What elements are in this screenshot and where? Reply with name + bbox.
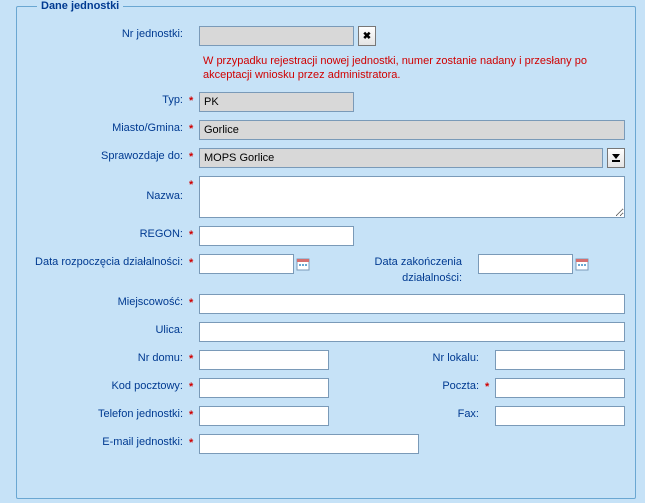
label-locality: Miejscowość: bbox=[27, 294, 189, 310]
required-marker: * bbox=[189, 378, 199, 396]
label-fax: Fax: bbox=[359, 406, 485, 422]
row-postal: Kod pocztowy: * Poczta: * bbox=[27, 378, 625, 398]
label-apt-no: Nr lokalu: bbox=[359, 350, 485, 366]
city-gmina-input bbox=[199, 120, 625, 140]
name-textarea[interactable] bbox=[199, 176, 625, 218]
required-marker: * bbox=[485, 378, 495, 396]
reports-to-dropdown-button[interactable] bbox=[607, 148, 625, 168]
row-street: Ulica: * bbox=[27, 322, 625, 342]
end-date-input[interactable] bbox=[478, 254, 573, 274]
reports-to-input bbox=[199, 148, 603, 168]
unit-data-panel: Dane jednostki Nr jednostki: * ✖ W przyp… bbox=[16, 0, 636, 499]
required-marker-placeholder: * bbox=[468, 254, 478, 272]
row-regon: REGON: * bbox=[27, 226, 625, 246]
calendar-icon bbox=[296, 257, 310, 271]
required-marker: * bbox=[189, 434, 199, 452]
row-reports-to: Sprawozdaje do: * bbox=[27, 148, 625, 168]
phone-input[interactable] bbox=[199, 406, 329, 426]
label-email: E-mail jednostki: bbox=[27, 434, 189, 450]
required-marker: * bbox=[189, 406, 199, 424]
label-post: Poczta: bbox=[359, 378, 485, 394]
street-input[interactable] bbox=[199, 322, 625, 342]
label-reports-to: Sprawozdaje do: bbox=[27, 148, 189, 164]
label-unit-number: Nr jednostki: bbox=[27, 26, 189, 42]
locality-input[interactable] bbox=[199, 294, 625, 314]
fax-input[interactable] bbox=[495, 406, 625, 426]
arrow-down-bar-icon bbox=[611, 151, 621, 165]
label-street: Ulica: bbox=[27, 322, 189, 338]
email-input[interactable] bbox=[199, 434, 419, 454]
required-marker-placeholder: * bbox=[189, 322, 199, 340]
row-name: Nazwa: * bbox=[27, 176, 625, 218]
label-postal: Kod pocztowy: bbox=[27, 378, 189, 394]
label-end-date: Data zakończenia działalności: bbox=[342, 254, 468, 286]
unit-number-input bbox=[199, 26, 354, 46]
end-date-calendar-button[interactable] bbox=[573, 254, 591, 274]
start-date-calendar-button[interactable] bbox=[294, 254, 312, 274]
start-date-input[interactable] bbox=[199, 254, 294, 274]
post-input[interactable] bbox=[495, 378, 625, 398]
required-marker: * bbox=[189, 294, 199, 312]
label-name: Nazwa: bbox=[27, 176, 189, 204]
label-start-date: Data rozpoczęcia działalności: bbox=[27, 254, 189, 270]
label-type: Typ: bbox=[27, 92, 189, 108]
regon-input[interactable] bbox=[199, 226, 354, 246]
row-phone-fax: Telefon jednostki: * Fax: * bbox=[27, 406, 625, 426]
house-no-input[interactable] bbox=[199, 350, 329, 370]
x-icon: ✖ bbox=[363, 31, 371, 42]
clear-unit-number-button[interactable]: ✖ bbox=[358, 26, 376, 46]
registration-note: W przypadku rejestracji nowej jednostki,… bbox=[203, 54, 615, 82]
label-city-gmina: Miasto/Gmina: bbox=[27, 120, 189, 136]
required-marker-placeholder: * bbox=[485, 350, 495, 368]
required-marker-placeholder: * bbox=[189, 26, 199, 44]
required-marker: * bbox=[189, 226, 199, 244]
row-unit-number: Nr jednostki: * ✖ bbox=[27, 26, 625, 46]
required-marker: * bbox=[189, 148, 199, 166]
required-marker-placeholder: * bbox=[485, 406, 495, 424]
required-marker: * bbox=[189, 254, 199, 272]
calendar-icon bbox=[575, 257, 589, 271]
required-marker: * bbox=[189, 176, 199, 194]
label-house-no: Nr domu: bbox=[27, 350, 189, 366]
label-phone: Telefon jednostki: bbox=[27, 406, 189, 422]
row-house-apt: Nr domu: * Nr lokalu: * bbox=[27, 350, 625, 370]
panel-legend: Dane jednostki bbox=[37, 0, 123, 12]
row-city-gmina: Miasto/Gmina: * bbox=[27, 120, 625, 140]
type-input bbox=[199, 92, 354, 112]
row-email: E-mail jednostki: * bbox=[27, 434, 625, 454]
required-marker: * bbox=[189, 350, 199, 368]
label-regon: REGON: bbox=[27, 226, 189, 242]
apt-no-input[interactable] bbox=[495, 350, 625, 370]
postal-input[interactable] bbox=[199, 378, 329, 398]
row-locality: Miejscowość: * bbox=[27, 294, 625, 314]
row-type: Typ: * bbox=[27, 92, 625, 112]
required-marker: * bbox=[189, 120, 199, 138]
row-dates: Data rozpoczęcia działalności: * Data za… bbox=[27, 254, 625, 286]
required-marker: * bbox=[189, 92, 199, 110]
